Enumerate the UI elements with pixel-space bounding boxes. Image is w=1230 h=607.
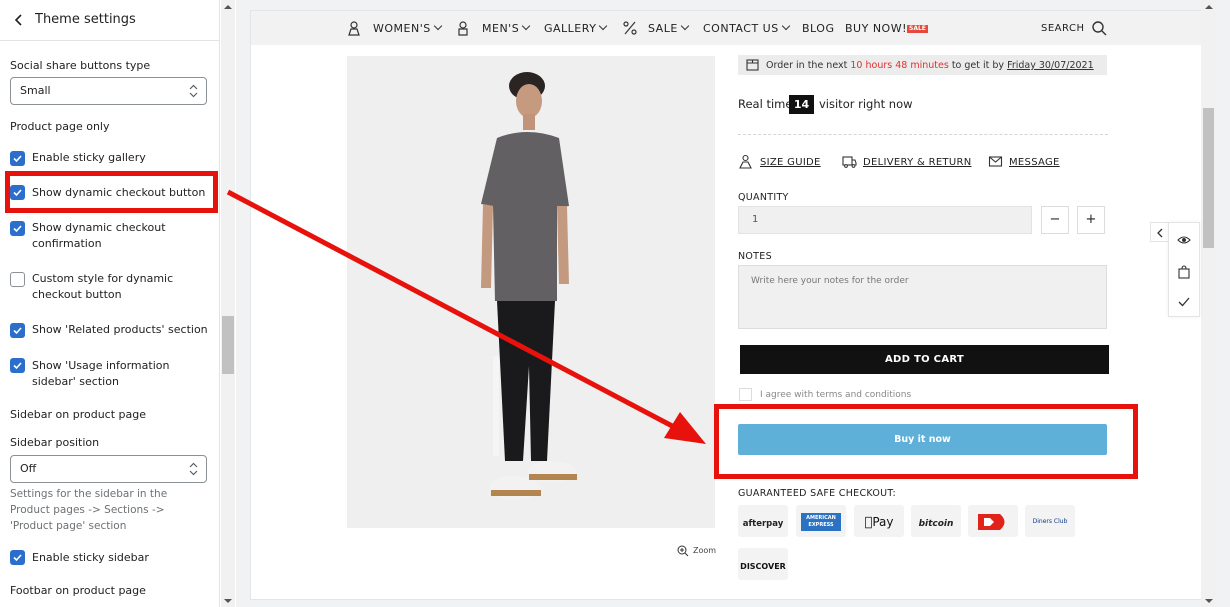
screenshot-root: Theme settings Social share buttons type… — [0, 0, 1230, 607]
annotation-arrow — [226, 189, 706, 444]
